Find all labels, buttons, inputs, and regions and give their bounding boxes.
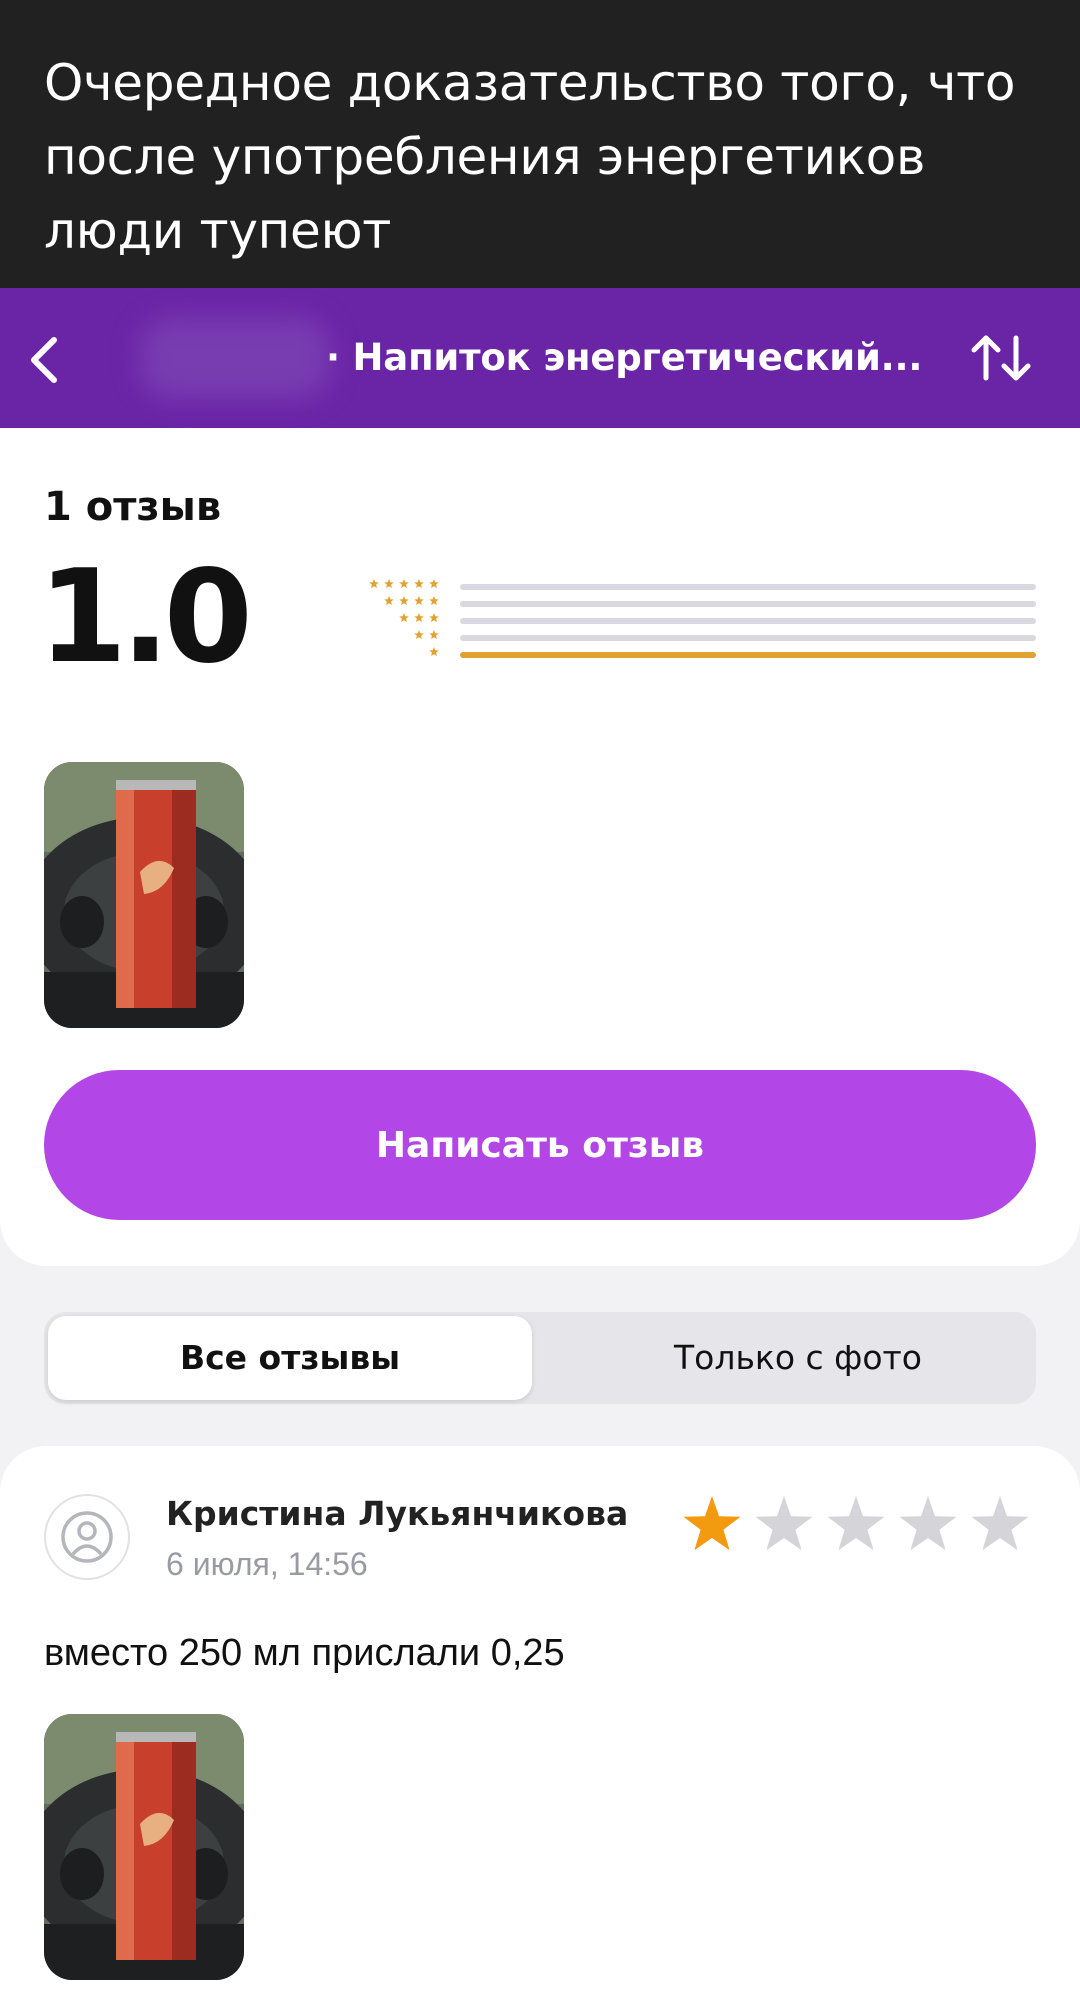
review-photo[interactable] bbox=[44, 1714, 244, 1980]
review-card: Кристина Лукьянчикова 6 июля, 14:56 вмес… bbox=[0, 1446, 1080, 1998]
star-filled-icon bbox=[683, 1496, 741, 1551]
back-button[interactable] bbox=[20, 332, 72, 388]
distribution-bar-5-stars bbox=[460, 584, 1036, 590]
distribution-star-icon bbox=[429, 630, 439, 640]
caption-line-1: Очередное доказательство того, что bbox=[44, 54, 1016, 112]
rating-distribution-bars bbox=[460, 580, 1036, 680]
distribution-star-icon bbox=[384, 596, 394, 606]
distribution-bar-1-stars bbox=[460, 652, 1036, 658]
review-count: 1 отзыв bbox=[44, 484, 222, 530]
star-empty-icon bbox=[827, 1496, 885, 1551]
page-title: · Напиток энергетический... bbox=[326, 336, 923, 379]
star-empty-icon bbox=[755, 1496, 813, 1551]
energy-drink-can-photo bbox=[44, 762, 244, 1028]
top-bar: · Напиток энергетический... bbox=[0, 288, 1080, 428]
star-empty-icon bbox=[899, 1496, 957, 1551]
distribution-star-icon bbox=[429, 647, 439, 657]
distribution-star-icon bbox=[414, 613, 424, 623]
review-star-rating bbox=[683, 1496, 1029, 1551]
write-review-button[interactable]: Написать отзыв bbox=[44, 1070, 1036, 1220]
caption-line-2: после употребления энергетиков bbox=[44, 128, 926, 186]
distribution-bar-fill bbox=[460, 652, 1036, 658]
distribution-star-icon bbox=[399, 596, 409, 606]
blurred-brand-name bbox=[140, 318, 330, 398]
distribution-star-icon bbox=[369, 579, 379, 589]
distribution-star-icon bbox=[414, 579, 424, 589]
average-rating: 1.0 bbox=[38, 543, 253, 692]
review-filter-tabs: Все отзывы Только с фото bbox=[44, 1312, 1036, 1404]
distribution-star-icon bbox=[414, 596, 424, 606]
avatar bbox=[44, 1494, 130, 1580]
user-avatar-icon bbox=[61, 1511, 113, 1563]
review-date: 6 июля, 14:56 bbox=[166, 1546, 368, 1582]
review-text: вместо 250 мл прислали 0,25 bbox=[44, 1632, 565, 1674]
distribution-bar-3-stars bbox=[460, 618, 1036, 624]
tab-all-reviews[interactable]: Все отзывы bbox=[48, 1316, 532, 1400]
rating-summary-card: 1 отзыв 1.0 Написать отзыв bbox=[0, 428, 1080, 1266]
sort-arrows-icon bbox=[971, 335, 1031, 381]
distribution-star-icon bbox=[384, 579, 394, 589]
distribution-star-icon bbox=[399, 579, 409, 589]
review-author: Кристина Лукьянчикова bbox=[166, 1494, 629, 1533]
tab-photo-only[interactable]: Только с фото bbox=[588, 1312, 1008, 1404]
distribution-star-icon bbox=[429, 579, 439, 589]
energy-drink-can-photo bbox=[44, 1714, 244, 1980]
caption-line-3: люди тупеют bbox=[44, 202, 392, 260]
distribution-star-icon bbox=[429, 596, 439, 606]
sort-button[interactable] bbox=[966, 328, 1036, 388]
meme-caption: Очередное доказательство того, что после… bbox=[0, 0, 1080, 288]
distribution-star-icon bbox=[429, 613, 439, 623]
distribution-bar-4-stars bbox=[460, 601, 1036, 607]
distribution-star-icon bbox=[414, 630, 424, 640]
star-empty-icon bbox=[971, 1496, 1029, 1551]
chevron-left-icon bbox=[31, 337, 57, 383]
distribution-star-icon bbox=[399, 613, 409, 623]
review-photo-thumbnail[interactable] bbox=[44, 762, 244, 1028]
distribution-bar-2-stars bbox=[460, 635, 1036, 641]
rating-distribution-stars bbox=[369, 579, 439, 657]
